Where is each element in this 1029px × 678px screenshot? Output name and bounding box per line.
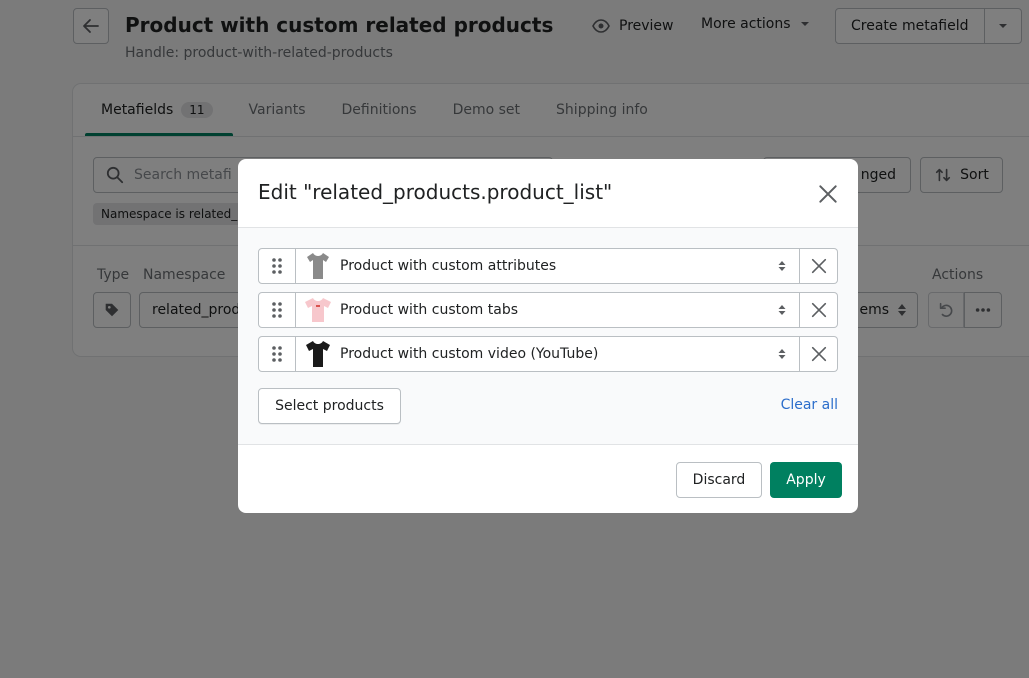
select-arrows-icon: [778, 349, 786, 359]
product-list-item: Product with custom attributes: [258, 248, 838, 284]
close-icon: [811, 302, 826, 318]
product-list-item: Product with custom video (YouTube): [258, 336, 838, 372]
select-products-button[interactable]: Select products: [258, 388, 401, 424]
modal-body: Product with custom attributes Product w…: [238, 228, 858, 444]
drag-handle-icon: [272, 346, 282, 362]
product-select-label: Product with custom attributes: [340, 258, 557, 274]
product-thumbnail: [304, 296, 332, 324]
remove-item-button[interactable]: [800, 336, 838, 372]
close-icon: [819, 185, 837, 203]
discard-button[interactable]: Discard: [676, 462, 762, 498]
product-thumbnail: [304, 252, 332, 280]
drag-handle[interactable]: [258, 248, 296, 284]
select-arrows-icon: [778, 261, 786, 271]
close-icon: [811, 346, 826, 362]
product-list-item: Product with custom tabs: [258, 292, 838, 328]
product-thumbnail: [304, 340, 332, 368]
tshirt-icon: [307, 253, 329, 279]
modal-footer: Discard Apply: [238, 444, 858, 513]
product-select[interactable]: Product with custom tabs: [296, 292, 800, 328]
product-select[interactable]: Product with custom video (YouTube): [296, 336, 800, 372]
apply-button[interactable]: Apply: [770, 462, 842, 498]
drag-handle-icon: [272, 258, 282, 274]
close-icon: [811, 258, 826, 274]
edit-metafield-modal: Edit "related_products.product_list" Pro…: [238, 159, 858, 513]
remove-item-button[interactable]: [800, 292, 838, 328]
tshirt-icon: [306, 341, 330, 367]
product-select[interactable]: Product with custom attributes: [296, 248, 800, 284]
clear-all-link[interactable]: Clear all: [781, 397, 838, 413]
modal-title: Edit "related_products.product_list": [258, 180, 613, 204]
drag-handle-icon: [272, 302, 282, 318]
product-select-label: Product with custom tabs: [340, 302, 519, 318]
close-button[interactable]: [814, 180, 842, 208]
modal-header: Edit "related_products.product_list": [238, 159, 858, 228]
product-select-label: Product with custom video (YouTube): [340, 346, 599, 362]
select-arrows-icon: [778, 305, 786, 315]
tshirt-icon: [305, 298, 331, 322]
drag-handle[interactable]: [258, 292, 296, 328]
remove-item-button[interactable]: [800, 248, 838, 284]
drag-handle[interactable]: [258, 336, 296, 372]
